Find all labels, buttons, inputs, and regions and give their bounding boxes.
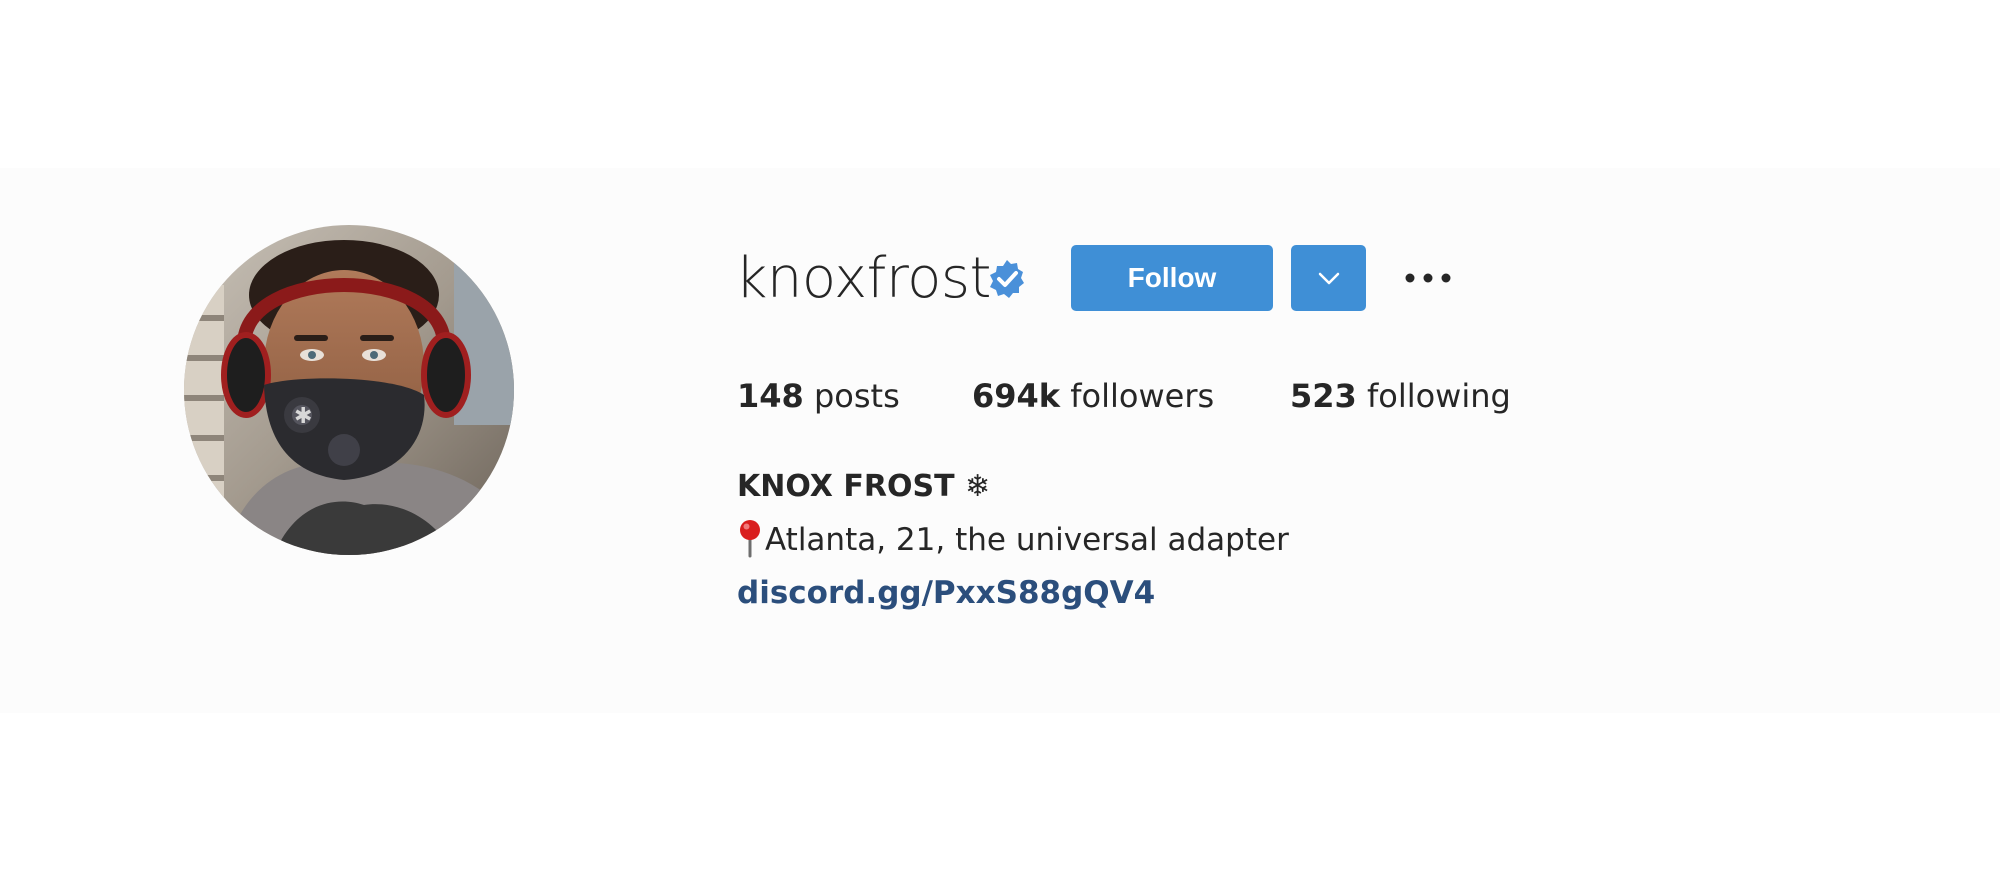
followers-label: followers (1060, 377, 1215, 415)
stat-following[interactable]: 523 following (1290, 372, 1511, 420)
bio-text: Atlanta, 21, the universal adapter (765, 522, 1289, 558)
round-pushpin-icon (740, 520, 760, 558)
follow-button[interactable]: Follow (1071, 245, 1273, 311)
avatar-image: ✱ (184, 225, 514, 555)
suggested-accounts-dropdown-button[interactable] (1291, 245, 1366, 311)
profile-bio: Atlanta, 21, the universal adapter (737, 516, 1289, 564)
profile-full-name: KNOX FROST ❄ (737, 469, 991, 504)
stat-followers[interactable]: 694k followers (972, 372, 1214, 420)
avatar[interactable]: ✱ (184, 225, 514, 555)
svg-text:✱: ✱ (294, 404, 312, 429)
verified-badge-icon (990, 260, 1024, 298)
posts-count: 148 (737, 377, 804, 415)
stat-posts: 148 posts (737, 372, 900, 420)
following-label: following (1356, 377, 1511, 415)
profile-website-link[interactable]: discord.gg/PxxS88gQV4 (737, 569, 1155, 617)
following-count: 523 (1290, 377, 1357, 415)
more-options-icon (1405, 273, 1451, 283)
profile-username: knoxfrost (735, 246, 992, 311)
posts-label: posts (803, 377, 900, 415)
more-options-button[interactable] (1400, 258, 1456, 298)
chevron-down-icon (1318, 272, 1340, 285)
followers-count: 694k (972, 377, 1061, 415)
